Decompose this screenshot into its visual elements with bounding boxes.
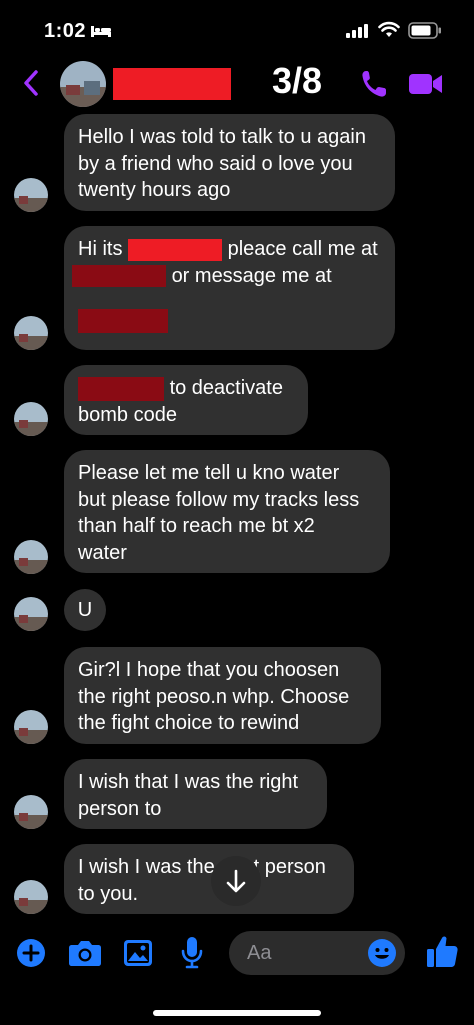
message-bubble[interactable]: I wish I was the right person to you. <box>64 844 354 914</box>
sender-avatar[interactable] <box>14 795 48 829</box>
name-redaction <box>128 238 223 261</box>
thumbs-up-icon[interactable] <box>425 934 459 970</box>
emoji-icon[interactable] <box>367 938 397 968</box>
phone-call-icon[interactable] <box>360 69 388 99</box>
video-call-icon[interactable] <box>408 71 444 97</box>
message-line: to you. <box>78 882 139 905</box>
scroll-to-bottom-button[interactable] <box>211 856 261 906</box>
sender-avatar[interactable] <box>14 316 48 350</box>
conversation-header: 3/8 <box>0 56 474 114</box>
phone-redaction <box>72 265 166 288</box>
message-input-placeholder: Aa <box>247 942 272 964</box>
message-line: than half to reach me bt x2 <box>78 515 315 537</box>
message-line: twenty hours ago <box>78 179 231 201</box>
message-line: water <box>78 541 127 564</box>
plus-circle-icon[interactable] <box>16 938 46 968</box>
counter-label: 3/8 <box>272 60 323 101</box>
message-line: the fight choice to rewind <box>78 712 300 734</box>
gallery-icon[interactable] <box>123 939 153 967</box>
message-line: but please follow my tracks less <box>78 488 360 511</box>
message-input[interactable]: Aa <box>229 931 405 975</box>
message-bubble[interactable]: Gir?l I hope that you choosen the right … <box>64 647 381 744</box>
sender-avatar[interactable] <box>14 597 48 631</box>
sender-avatar[interactable] <box>14 178 48 212</box>
message-text: or message me at <box>171 264 332 287</box>
wifi-icon <box>378 21 400 37</box>
home-indicator <box>153 1010 321 1016</box>
sender-avatar[interactable] <box>14 540 48 574</box>
message-line: U <box>77 599 93 621</box>
message-line: I wish that I was the right <box>78 771 299 793</box>
arrow-down-icon <box>226 869 246 893</box>
camera-icon[interactable] <box>68 939 102 967</box>
message-line: person to <box>78 797 162 820</box>
message-text: Hi its <box>78 238 123 260</box>
back-arrow-icon[interactable] <box>20 68 42 98</box>
sender-avatar[interactable] <box>14 710 48 744</box>
message-text: pleace call me at <box>227 238 378 260</box>
sleep-mode-icon <box>91 26 111 37</box>
cellular-signal-icon <box>346 24 368 38</box>
microphone-icon[interactable] <box>180 936 204 970</box>
battery-icon <box>408 22 441 39</box>
message-bubble[interactable]: Hi its pleace call me at or message me a… <box>64 226 395 350</box>
message-text: to deactivate <box>169 377 283 399</box>
message-bubble[interactable]: Please let me tell u kno water but pleas… <box>64 450 390 573</box>
contact-name-redaction <box>113 68 231 100</box>
message-bubble[interactable]: U <box>64 589 106 631</box>
message-bubble[interactable]: I wish that I was the right person to <box>64 759 327 829</box>
sender-avatar[interactable] <box>14 880 48 914</box>
message-line: by a friend who said o love you <box>78 152 353 175</box>
sender-avatar[interactable] <box>14 402 48 436</box>
message-line: I wish I was the right person <box>78 856 326 878</box>
message-bubble[interactable]: to deactivate bomb code <box>64 365 308 435</box>
message-composer: Aa <box>0 922 474 984</box>
code-redaction <box>78 376 164 401</box>
message-line: Gir?l I hope that you choosen <box>78 659 340 681</box>
message-line: the right peoso.n whp. Choose <box>78 685 350 708</box>
message-line: Please let me tell u kno water <box>78 462 340 484</box>
status-bar: 1:02 <box>0 0 474 56</box>
status-time: 1:02 <box>44 20 87 42</box>
message-line: bomb code <box>78 403 177 426</box>
contact-redaction <box>78 308 168 333</box>
message-bubble[interactable]: Hello I was told to talk to u again by a… <box>64 114 395 211</box>
contact-avatar[interactable] <box>60 61 106 107</box>
message-line: Hello I was told to talk to u again <box>78 126 366 148</box>
